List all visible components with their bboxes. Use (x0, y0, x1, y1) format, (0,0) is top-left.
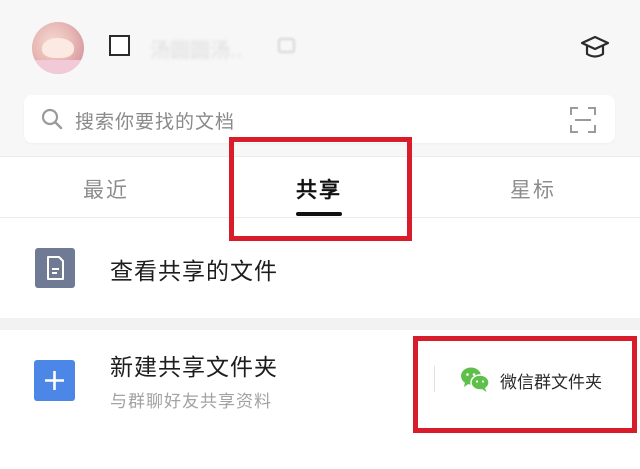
search-bar[interactable]: 搜索你要找的文档 (24, 95, 615, 143)
plus-icon (34, 360, 75, 401)
new-shared-folder-subtitle: 与群聊好友共享资料 (110, 392, 272, 412)
graduation-cap-icon[interactable] (580, 34, 610, 62)
section-gap (0, 318, 640, 330)
vertical-divider (434, 366, 435, 392)
view-shared-files-label: 查看共享的文件 (110, 259, 278, 285)
avatar-image (42, 38, 74, 58)
header: 汤圆圆汤.. 搜索你要找的文档 (0, 0, 640, 156)
tab-starred[interactable]: 星标 (510, 174, 556, 204)
new-shared-folder-title: 新建共享文件夹 (110, 355, 278, 381)
select-checkbox[interactable] (109, 35, 130, 56)
search-icon (41, 108, 63, 130)
search-placeholder: 搜索你要找的文档 (75, 111, 236, 133)
wechat-icon[interactable] (460, 365, 490, 393)
username: 汤圆圆汤.. (150, 38, 243, 62)
tab-bar: 最近 共享 星标 (0, 156, 640, 218)
tab-recent[interactable]: 最近 (83, 174, 129, 204)
avatar-band (32, 60, 84, 74)
new-shared-folder-row[interactable]: 新建共享文件夹 与群聊好友共享资料 微信群文件夹 (0, 330, 640, 469)
wechat-group-folder-button[interactable]: 微信群文件夹 (500, 368, 602, 393)
avatar[interactable] (32, 22, 84, 74)
user-badge-icon (278, 38, 295, 53)
tab-shared[interactable]: 共享 (296, 174, 342, 204)
scan-icon[interactable] (570, 107, 596, 133)
active-tab-indicator (296, 212, 342, 216)
document-icon (35, 248, 75, 288)
view-shared-files-row[interactable]: 查看共享的文件 (0, 218, 640, 318)
